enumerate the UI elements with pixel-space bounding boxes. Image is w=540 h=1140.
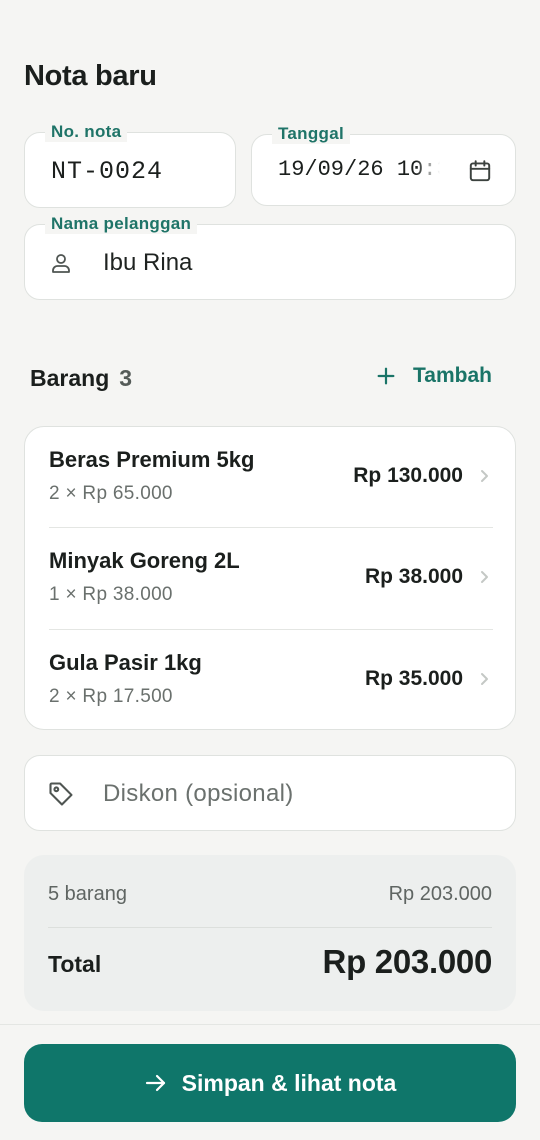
- list-item[interactable]: Beras Premium 5kg 2 × Rp 65.000 Rp 130.0…: [49, 427, 493, 529]
- discount-input[interactable]: Diskon (opsional): [24, 755, 516, 831]
- footer-divider: [0, 1024, 540, 1025]
- invoice-number-label: No. nota: [45, 122, 128, 142]
- total-value: Rp 203.000: [322, 943, 493, 980]
- page-title: Nota baru: [24, 60, 157, 92]
- arrow-right-icon: [145, 1074, 165, 1092]
- list-item[interactable]: Gula Pasir 1kg 2 × Rp 17.500 Rp 35.000: [49, 629, 493, 731]
- summary-divider: [48, 927, 492, 928]
- chevron-right-icon: [481, 571, 488, 583]
- subtotal-value: Rp 203.000: [388, 883, 492, 905]
- calendar-icon[interactable]: [467, 158, 493, 184]
- item-total: Rp 38.000: [364, 565, 463, 588]
- item-total: Rp 130.000: [353, 464, 463, 487]
- items-list: Beras Premium 5kg 2 × Rp 65.000 Rp 130.0…: [24, 426, 516, 730]
- tag-icon: [49, 782, 73, 806]
- customer-name-value[interactable]: Ibu Rina: [103, 249, 192, 277]
- list-item[interactable]: Minyak Goreng 2L 1 × Rp 38.000 Rp 38.000: [49, 527, 493, 629]
- person-icon: [52, 254, 70, 273]
- summary-card: 5 barang Rp 203.000 Total Rp 203.000: [24, 855, 516, 1011]
- item-name: Beras Premium 5kg: [49, 447, 255, 472]
- plus-icon: [377, 367, 395, 385]
- item-total: Rp 35.000: [364, 667, 463, 690]
- date-label: Tanggal: [272, 124, 351, 144]
- add-item-button[interactable]: Tambah: [375, 364, 492, 388]
- save-and-view-button[interactable]: Simpan & lihat nota: [24, 1044, 516, 1122]
- item-name: Minyak Goreng 2L: [49, 548, 240, 573]
- item-name: Gula Pasir 1kg: [49, 650, 202, 675]
- save-button-label: Simpan & lihat nota: [181, 1069, 397, 1096]
- item-quantity-price: 2 × Rp 65.000: [49, 483, 173, 504]
- items-section-title: Barang 3: [30, 365, 132, 392]
- chevron-right-icon: [481, 673, 488, 685]
- item-quantity-price: 1 × Rp 38.000: [49, 584, 173, 605]
- invoice-number-value[interactable]: NT-0024: [51, 157, 163, 186]
- add-item-label: Tambah: [413, 364, 492, 387]
- items-count: 3: [119, 365, 133, 391]
- date-value[interactable]: 19/09/26 10:30: [278, 157, 440, 182]
- date-field[interactable]: Tanggal 19/09/26 10:30: [251, 124, 516, 206]
- new-invoice-screen: Nota baru No. nota NT-0024 Tanggal 19/09…: [0, 0, 540, 1140]
- items-title-text: Barang: [30, 365, 110, 391]
- item-count-label: 5 barang: [48, 883, 127, 905]
- invoice-number-field[interactable]: No. nota NT-0024: [24, 122, 236, 208]
- item-quantity-price: 2 × Rp 17.500: [49, 686, 173, 707]
- customer-name-field[interactable]: Nama pelanggan Ibu Rina: [24, 214, 516, 300]
- discount-placeholder: Diskon (opsional): [103, 780, 294, 807]
- total-label: Total: [48, 951, 102, 977]
- customer-name-label: Nama pelanggan: [45, 214, 198, 234]
- chevron-right-icon: [481, 470, 488, 482]
